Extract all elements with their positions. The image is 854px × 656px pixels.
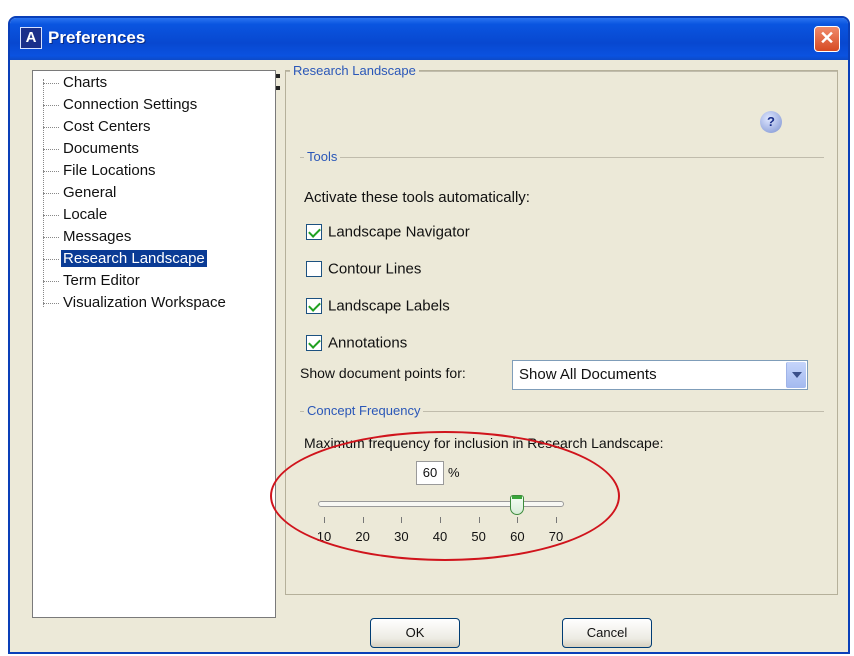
landscape-labels-checkbox[interactable]: Landscape Labels: [306, 297, 450, 317]
title-bar[interactable]: A Preferences ✕: [10, 18, 848, 60]
tree-item-label: Research Landscape: [61, 250, 207, 267]
tree-item-research-landscape[interactable]: Research Landscape: [43, 249, 207, 269]
tree-item-label: Visualization Workspace: [63, 294, 226, 311]
tree-item-label: Locale: [63, 206, 108, 223]
concept-frequency-group: Concept Frequency: [300, 402, 824, 420]
checkbox-checked-icon[interactable]: [306, 298, 322, 315]
doc-points-select[interactable]: Show All Documents: [512, 360, 808, 390]
cancel-button[interactable]: Cancel: [562, 618, 652, 648]
checkbox-label: Landscape Labels: [328, 297, 450, 315]
tree-item-label: Charts: [63, 74, 108, 91]
close-button[interactable]: ✕: [814, 26, 840, 52]
window-title: Preferences: [48, 28, 146, 47]
checkbox-label: Contour Lines: [328, 260, 422, 278]
contour-lines-checkbox[interactable]: Contour Lines: [306, 260, 421, 280]
app-icon: A: [20, 27, 42, 49]
panel-title: Research Landscape: [290, 62, 419, 80]
splitter-handle[interactable]: [276, 74, 280, 78]
checkbox-label: Annotations: [328, 334, 408, 352]
annotation-ellipse: [270, 431, 620, 561]
tree-item-charts[interactable]: Charts: [43, 73, 109, 93]
tree-item-label: Connection Settings: [63, 96, 198, 113]
tree-item-general[interactable]: General: [43, 183, 118, 203]
tree-item-visualization-workspace[interactable]: Visualization Workspace: [43, 293, 228, 313]
tools-intro: Activate these tools automatically:: [304, 189, 530, 206]
doc-points-label: Show document points for:: [300, 365, 466, 381]
splitter-handle[interactable]: [276, 86, 280, 90]
chevron-down-icon[interactable]: [786, 362, 806, 388]
tree-item-label: Cost Centers: [63, 118, 151, 135]
checkbox-unchecked-icon[interactable]: [306, 261, 322, 278]
tree-item-messages[interactable]: Messages: [43, 227, 133, 247]
tree-item-label: Term Editor: [63, 272, 140, 289]
tree-item-connection-settings[interactable]: Connection Settings: [43, 95, 199, 115]
tree-item-label: Messages: [63, 228, 132, 245]
preferences-tree: Charts Connection Settings Cost Centers …: [32, 70, 276, 618]
panel-border: Research Landscape: [286, 62, 837, 80]
tree-item-term-editor[interactable]: Term Editor: [43, 271, 142, 291]
close-icon: ✕: [819, 28, 835, 48]
checkbox-checked-icon[interactable]: [306, 335, 322, 352]
concept-frequency-legend: Concept Frequency: [304, 402, 424, 420]
tree-item-label: Documents: [63, 140, 139, 157]
ok-button[interactable]: OK: [370, 618, 460, 648]
landscape-navigator-checkbox[interactable]: Landscape Navigator: [306, 223, 470, 243]
tree-item-label: General: [63, 184, 117, 201]
tools-legend: Tools: [304, 148, 341, 166]
doc-points-value: Show All Documents: [519, 366, 657, 383]
tree-item-locale[interactable]: Locale: [43, 205, 109, 225]
help-icon[interactable]: ?: [760, 111, 782, 133]
research-landscape-panel: Research Landscape ? Tools Activate thes…: [270, 62, 838, 595]
tree-item-cost-centers[interactable]: Cost Centers: [43, 117, 153, 137]
preferences-dialog: A Preferences ✕ Charts Connection Settin…: [8, 16, 850, 654]
tree-item-label: File Locations: [63, 162, 156, 179]
annotations-checkbox[interactable]: Annotations: [306, 334, 407, 354]
tools-group: Tools: [300, 148, 824, 166]
checkbox-checked-icon[interactable]: [306, 224, 322, 241]
tree-item-file-locations[interactable]: File Locations: [43, 161, 158, 181]
checkbox-label: Landscape Navigator: [328, 223, 470, 241]
tree-item-documents[interactable]: Documents: [43, 139, 141, 159]
